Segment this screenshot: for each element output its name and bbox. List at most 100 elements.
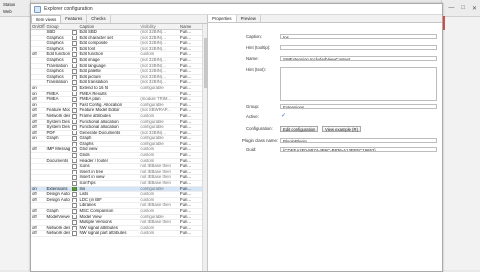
row-checkbox-cell[interactable] [70, 125, 79, 130]
hint-tooltip-field[interactable] [280, 45, 437, 50]
grid-scrollbar[interactable] [202, 24, 207, 271]
row-checkbox-cell[interactable] [70, 197, 79, 203]
row-onoff-cell[interactable]: off [31, 231, 46, 236]
row-checkbox[interactable] [72, 85, 78, 91]
row-checkbox-cell[interactable] [70, 175, 79, 181]
row-checkbox-cell[interactable] [70, 119, 79, 125]
row-checkbox-cell[interactable] [70, 130, 79, 136]
row-checkbox[interactable] [72, 63, 78, 69]
row-onoff-cell[interactable]: on [31, 92, 46, 97]
row-onoff-cell[interactable] [31, 159, 46, 164]
row-checkbox-cell[interactable] [70, 35, 79, 41]
row-checkbox[interactable] [72, 164, 78, 169]
row-checkbox[interactable] [72, 102, 78, 108]
row-checkbox[interactable] [72, 52, 78, 57]
row-onoff-cell[interactable] [31, 164, 46, 169]
row-checkbox-cell[interactable] [70, 69, 79, 74]
group-field[interactable]: Extensions [280, 104, 437, 109]
row-checkbox-cell[interactable] [70, 30, 79, 35]
row-onoff-cell[interactable]: off [31, 97, 46, 102]
row-checkbox-cell[interactable] [70, 220, 79, 225]
row-checkbox[interactable] [72, 203, 78, 208]
row-checkbox[interactable] [72, 125, 78, 130]
row-onoff-cell[interactable]: off [31, 209, 46, 214]
row-checkbox-cell[interactable] [70, 85, 79, 91]
row-onoff-cell[interactable] [31, 181, 46, 186]
row-checkbox-cell[interactable] [70, 57, 79, 63]
row-checkbox-cell[interactable] [70, 141, 79, 147]
row-checkbox[interactable] [72, 57, 78, 63]
row-checkbox[interactable] [72, 91, 78, 97]
row-onoff-cell[interactable]: on [31, 136, 46, 141]
row-checkbox[interactable] [72, 141, 78, 147]
row-checkbox-cell[interactable] [70, 192, 79, 197]
row-onoff-cell[interactable] [31, 175, 46, 180]
name-field[interactable]: SWExtension.IncludedViewContext [280, 56, 437, 61]
guid-field[interactable]: {CDEEA2F0-5B74-4B6C-B836-A13FEEC19652} [280, 147, 437, 152]
row-checkbox-cell[interactable] [70, 102, 79, 108]
row-onoff-cell[interactable]: off [31, 226, 46, 231]
tab-features[interactable]: Features [61, 15, 88, 23]
row-checkbox[interactable] [72, 74, 78, 80]
row-checkbox-cell[interactable] [70, 41, 79, 46]
close-icon[interactable]: ✕ [472, 5, 477, 12]
row-onoff-cell[interactable] [31, 47, 46, 52]
row-checkbox-cell[interactable] [70, 113, 79, 119]
row-checkbox-cell[interactable] [70, 46, 79, 52]
row-checkbox[interactable] [72, 80, 78, 85]
plugin-field[interactable]: PluginPlugin [280, 138, 437, 143]
row-onoff-cell[interactable]: off [31, 147, 46, 152]
row-checkbox-cell[interactable] [70, 203, 79, 208]
row-checkbox-cell[interactable] [70, 158, 79, 164]
edit-configuration-button[interactable]: Edit configuration [280, 126, 319, 132]
row-onoff-cell[interactable] [31, 80, 46, 85]
row-onoff-cell[interactable] [31, 75, 46, 80]
row-checkbox[interactable] [72, 231, 78, 236]
row-onoff-cell[interactable] [31, 36, 46, 41]
row-checkbox[interactable] [72, 35, 78, 41]
row-checkbox[interactable] [72, 153, 78, 158]
row-checkbox[interactable] [72, 147, 78, 153]
row-onoff-cell[interactable] [31, 58, 46, 63]
row-checkbox[interactable] [72, 41, 78, 46]
row-checkbox-cell[interactable] [70, 169, 79, 175]
row-checkbox[interactable] [72, 209, 78, 214]
minimize-icon[interactable]: — [448, 5, 454, 11]
row-onoff-cell[interactable]: on [31, 86, 46, 91]
row-checkbox-cell[interactable] [70, 181, 79, 186]
tab-item-views[interactable]: Item views [31, 15, 62, 23]
column-header-icon[interactable] [70, 24, 79, 29]
row-checkbox-cell[interactable] [70, 153, 79, 158]
row-checkbox[interactable] [72, 69, 78, 74]
row-checkbox-cell[interactable] [70, 164, 79, 169]
row-onoff-cell[interactable] [31, 153, 46, 158]
row-checkbox-cell[interactable] [70, 186, 79, 192]
row-onoff-cell[interactable] [31, 30, 46, 35]
row-checkbox[interactable] [72, 136, 78, 141]
row-onoff-cell[interactable] [31, 69, 46, 74]
row-onoff-cell[interactable] [31, 170, 46, 175]
row-checkbox[interactable] [72, 192, 78, 197]
maximize-icon[interactable]: □ [461, 5, 465, 11]
row-checkbox[interactable] [72, 225, 78, 231]
row-onoff-cell[interactable]: off [31, 192, 46, 197]
tab-preview[interactable]: Preview [237, 15, 261, 22]
row-onoff-cell[interactable]: on [31, 103, 46, 108]
tab-properties[interactable]: Properties [208, 15, 237, 22]
row-checkbox-cell[interactable] [70, 231, 79, 236]
row-checkbox-cell[interactable] [70, 80, 79, 85]
row-checkbox[interactable] [72, 108, 78, 113]
row-checkbox-cell[interactable] [70, 74, 79, 80]
row-checkbox-cell[interactable] [70, 225, 79, 231]
caption-field[interactable]: Ins [280, 34, 437, 39]
row-onoff-cell[interactable] [31, 41, 46, 46]
row-onoff-cell[interactable]: off [31, 215, 46, 220]
row-checkbox[interactable] [72, 30, 78, 35]
row-checkbox[interactable] [72, 119, 78, 125]
view-example-button[interactable]: View example (R) [322, 126, 361, 132]
active-checkbox[interactable]: ✓ [281, 113, 286, 119]
row-checkbox-cell[interactable] [70, 63, 79, 69]
row-onoff-cell[interactable]: off [31, 52, 46, 57]
tab-checks[interactable]: Checks [87, 15, 111, 23]
table-row[interactable]: offNetwork design NW signal part attribut… [31, 231, 207, 237]
